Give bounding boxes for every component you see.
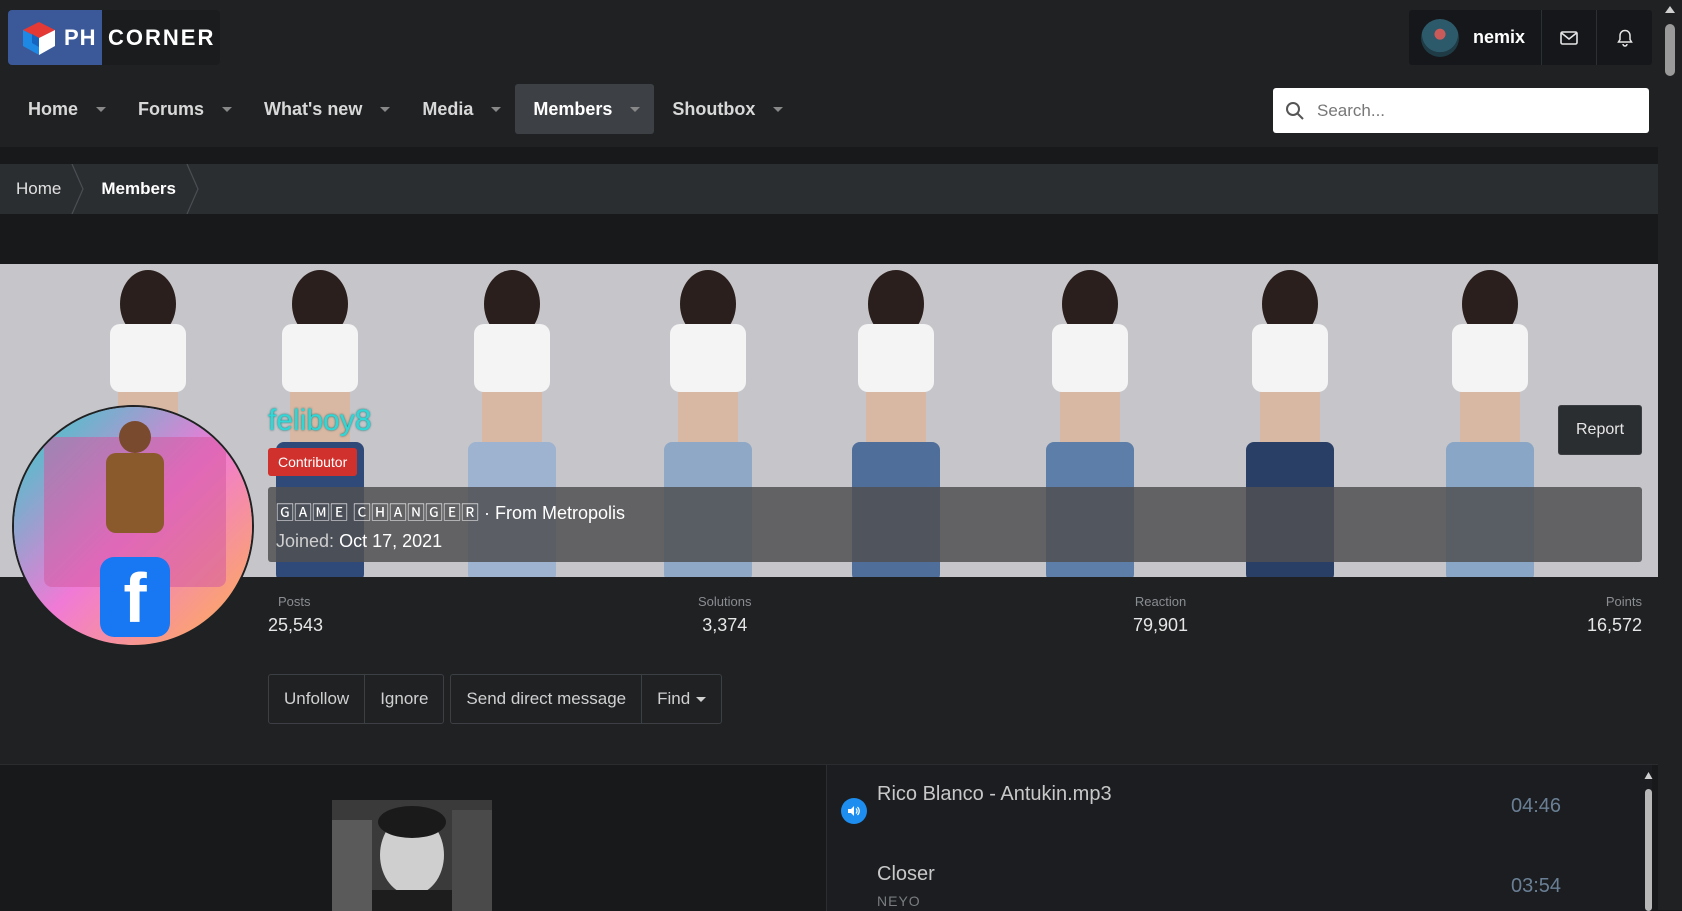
search-placeholder: Search... (1317, 100, 1386, 120)
envelope-icon (1560, 30, 1578, 45)
stat-points[interactable]: Points 16,572 (1587, 594, 1642, 636)
tab-whats-new[interactable]: What's new (246, 84, 404, 134)
message-find-group: Send direct message Find (450, 674, 723, 724)
avatar-image: f (14, 407, 252, 645)
profile-tagline: 🄶🄰🄼🄴 🄲🄷🄰🄽🄶🄴🅁 · From Metropolis (276, 499, 625, 525)
tab-label: What's new (264, 98, 363, 119)
tab-home[interactable]: Home (10, 84, 120, 134)
search-input[interactable]: Search... (1273, 88, 1649, 133)
profile-stats: Posts 25,543 Solutions 3,374 Reaction 79… (268, 594, 1642, 644)
track-title: Closer (877, 863, 935, 885)
music-playlist: Rico Blanco - Antukin.mp3 04:46 Closer N… (826, 765, 1653, 911)
tab-label: Forums (138, 98, 205, 119)
speaker-icon[interactable] (841, 798, 867, 824)
joined-info: Joined: Oct 17, 2021 (276, 531, 442, 552)
tab-members[interactable]: Members (515, 84, 655, 134)
track-duration: 04:46 (1511, 795, 1562, 817)
stat-label: Solutions (698, 594, 752, 609)
user-menu: nemix (1409, 10, 1652, 65)
chevron-down-icon[interactable] (222, 106, 233, 112)
profile-media-section: Rico Blanco - Antukin.mp3 04:46 Closer N… (0, 764, 1658, 911)
cube-logo-icon (23, 21, 55, 55)
logo-text-corner: CORNER (108, 24, 216, 50)
top-bar: PH CORNER nemix (0, 0, 1658, 72)
account-button[interactable]: nemix (1409, 10, 1543, 65)
tab-forums[interactable]: Forums (120, 84, 246, 134)
breadcrumb-label: Members (101, 179, 176, 198)
user-avatar (1421, 18, 1459, 57)
custom-title: 🄶🄰🄼🄴 🄲🄷🄰🄽🄶🄴🅁 (276, 503, 479, 523)
alerts-button[interactable] (1597, 10, 1652, 65)
tab-label: Members (533, 98, 613, 119)
chevron-down-icon (696, 696, 707, 702)
ignore-button[interactable]: Ignore (365, 675, 443, 723)
tab-label: Home (28, 98, 79, 119)
stat-label: Posts (278, 594, 311, 609)
track-duration: 03:54 (1511, 875, 1562, 897)
stat-value: 25,543 (268, 615, 324, 635)
tab-label: Media (422, 98, 474, 119)
tab-shoutbox[interactable]: Shoutbox (654, 84, 797, 134)
stat-solutions[interactable]: Solutions 3,374 (698, 594, 751, 636)
scroll-up-arrow-icon[interactable] (1658, 2, 1682, 18)
breadcrumb-members[interactable]: Members (85, 164, 200, 214)
logo-text-ph: PH (64, 24, 97, 50)
profile-actions: Unfollow Ignore Send direct message Find (268, 674, 723, 724)
stat-value: 3,374 (702, 615, 748, 635)
stat-label: Reaction (1134, 594, 1187, 609)
scroll-up-arrow-icon[interactable] (1644, 771, 1653, 781)
chevron-down-icon[interactable] (380, 106, 391, 112)
page-scrollbar[interactable] (1658, 0, 1682, 910)
stat-posts[interactable]: Posts 25,543 (268, 594, 323, 636)
user-title-badge: Contributor (268, 448, 358, 476)
chevron-down-icon[interactable] (491, 106, 502, 112)
playlist-scrollbar[interactable] (1644, 765, 1653, 911)
bell-icon (1616, 29, 1633, 47)
stat-label: Points (1605, 594, 1642, 609)
playlist-scroll-thumb[interactable] (1645, 789, 1652, 911)
logo-mark: PH (8, 10, 102, 65)
breadcrumb-home[interactable]: Home (0, 164, 85, 214)
page-scroll-thumb[interactable] (1665, 24, 1675, 76)
user-name: nemix (1473, 27, 1526, 47)
video-thumbnail[interactable] (332, 800, 492, 911)
svg-text:f: f (123, 559, 147, 637)
profile-blurb: 🄶🄰🄼🄴 🄲🄷🄰🄽🄶🄴🅁 · From Metropolis Joined: O… (268, 487, 1642, 562)
stat-value: 16,572 (1586, 615, 1642, 635)
member-profile: f feliboy8 Contributor 🄶🄰🄼🄴 🄲🄷🄰🄽🄶🄴🅁 · Fr… (0, 264, 1658, 764)
thumbnail-image (332, 800, 492, 911)
track-artist: NEYO (877, 893, 921, 909)
unfollow-button[interactable]: Unfollow (269, 675, 366, 723)
joined-date: Oct 17, 2021 (339, 531, 443, 551)
chevron-down-icon[interactable] (96, 106, 107, 112)
search-icon (1286, 101, 1304, 120)
chevron-right-icon (71, 164, 85, 214)
joined-label: Joined: (276, 531, 335, 551)
report-button[interactable]: Report (1558, 405, 1642, 455)
profile-username[interactable]: feliboy8 (268, 404, 371, 438)
send-direct-message-button[interactable]: Send direct message (451, 675, 643, 723)
media-panel (0, 765, 826, 911)
site-logo[interactable]: PH CORNER (8, 10, 220, 65)
tab-label: Shoutbox (672, 98, 756, 119)
tab-media[interactable]: Media (404, 84, 515, 134)
profile-avatar[interactable]: f (12, 405, 254, 647)
nav-tabs: Home Forums What's new Media Members Sho… (10, 84, 797, 134)
breadcrumb-label: Home (16, 179, 62, 198)
inbox-button[interactable] (1542, 10, 1598, 65)
breadcrumb: Home Members (0, 164, 1658, 214)
chevron-down-icon[interactable] (630, 106, 641, 112)
track-title: Rico Blanco - Antukin.mp3 (877, 783, 1112, 805)
location-text: · From Metropolis (479, 503, 626, 523)
volume-icon (848, 806, 860, 816)
follow-ignore-group: Unfollow Ignore (268, 674, 445, 724)
chevron-down-icon[interactable] (773, 106, 784, 112)
find-button[interactable]: Find (642, 675, 721, 723)
stat-value: 79,901 (1133, 615, 1189, 635)
stat-reaction[interactable]: Reaction 79,901 (1133, 594, 1188, 636)
find-label: Find (657, 689, 691, 708)
chevron-right-icon (186, 164, 199, 214)
